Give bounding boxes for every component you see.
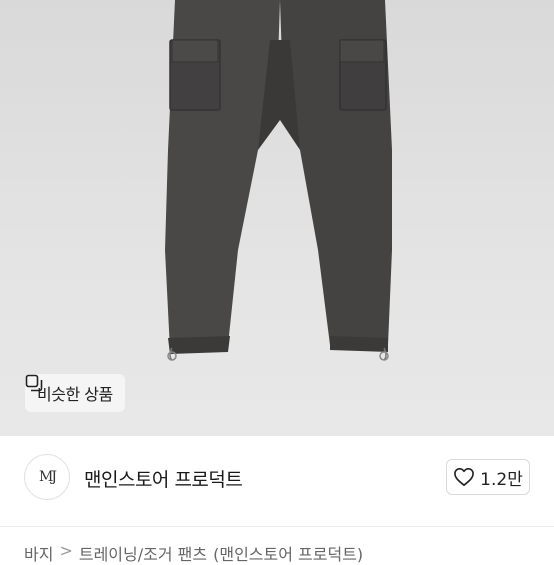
breadcrumb-item-brand[interactable]: (맨인스토어 프로덕트) (213, 541, 363, 565)
similar-items-label: 비슷한 상품 (37, 385, 113, 404)
breadcrumb-separator: > (59, 541, 73, 560)
seller-name[interactable]: 맨인스토어 프로덕트 (84, 465, 243, 492)
like-button[interactable]: 1.2만 (446, 459, 530, 495)
seller-avatar[interactable]: MJ (24, 454, 70, 500)
similar-items-icon (25, 374, 43, 392)
similar-items-button[interactable]: 비슷한 상품 (25, 374, 125, 412)
like-count: 1.2만 (480, 469, 523, 490)
section-divider (0, 526, 554, 527)
seller-avatar-text: MJ (39, 469, 57, 485)
cargo-pants-illustration (165, 0, 392, 361)
breadcrumb-item-subcategory[interactable]: 트레이닝/조거 팬츠 (79, 541, 207, 565)
breadcrumb: 바지 > 트레이닝/조거 팬츠 (맨인스토어 프로덕트) (24, 541, 363, 565)
breadcrumb-item-category[interactable]: 바지 (24, 541, 53, 565)
product-image[interactable]: 비슷한 상품 (0, 0, 554, 436)
heart-icon (454, 468, 475, 486)
